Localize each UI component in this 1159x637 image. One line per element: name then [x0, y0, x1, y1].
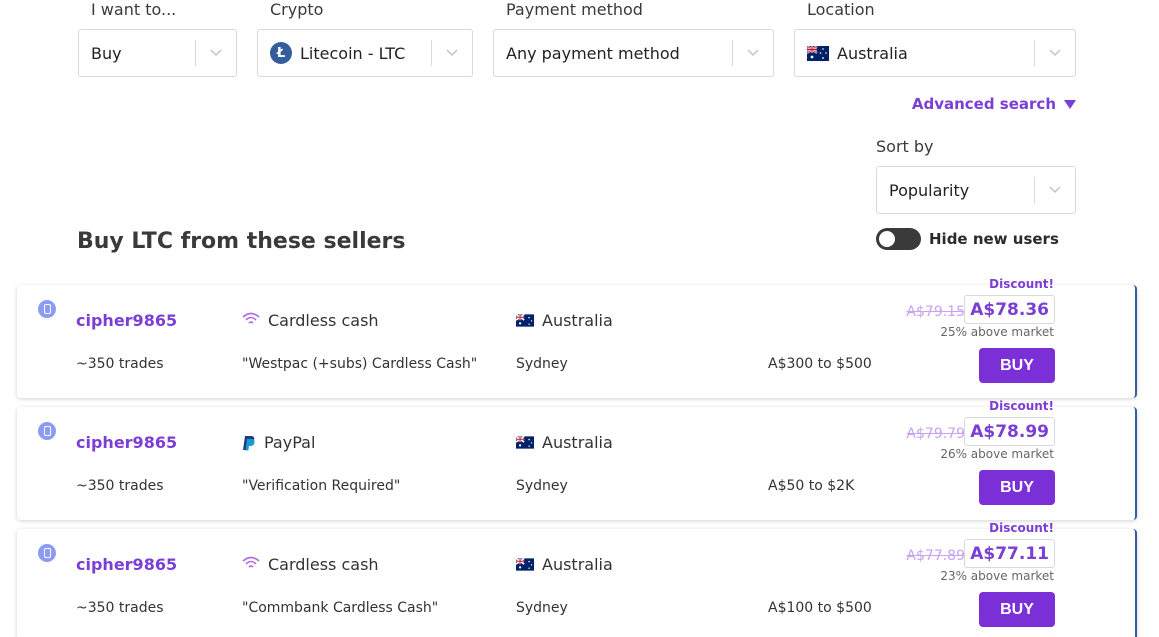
seller-name-link[interactable]: cipher9865 [76, 555, 177, 574]
cardless-cash-icon [242, 555, 260, 574]
seller-name-link[interactable]: cipher9865 [76, 311, 177, 330]
chevron-down-icon [733, 49, 773, 57]
discount-badge: Discount! [989, 399, 1054, 413]
australia-flag-icon [807, 45, 829, 61]
offer-card: cipher9865 ~350 trades Cardless cash "We… [17, 277, 1137, 398]
offer-card: cipher9865 ~350 trades PayPal "Verificat… [17, 399, 1137, 520]
payment-method-name: Cardless cash [268, 311, 379, 330]
offer-description: "Westpac (+subs) Cardless Cash" [242, 356, 478, 372]
old-price: A$79.15 [906, 304, 965, 320]
mobile-device-icon [38, 422, 56, 440]
payment-method-value: Any payment method [506, 43, 680, 63]
old-price: A$79.79 [906, 426, 965, 442]
offer-description: "Verification Required" [242, 478, 401, 494]
hide-new-users-control: Hide new users [876, 228, 1059, 250]
old-price: A$77.89 [906, 548, 965, 564]
trade-count: ~350 trades [76, 478, 164, 494]
sort-select[interactable]: Popularity [876, 166, 1076, 214]
buy-button[interactable]: BUY [979, 592, 1055, 627]
above-market-text: 23% above market [940, 569, 1054, 583]
sort-by-label: Sort by [876, 137, 934, 156]
payment-method: PayPal [242, 433, 315, 452]
above-market-text: 26% above market [940, 447, 1054, 461]
crypto-select[interactable]: Ł Litecoin - LTC [257, 29, 473, 77]
payment-method-name: PayPal [264, 433, 316, 452]
city-name: Sydney [516, 478, 568, 494]
paypal-icon [242, 435, 256, 451]
price: A$78.99 [964, 417, 1055, 446]
buy-button[interactable]: BUY [979, 348, 1055, 383]
location-select[interactable]: Australia [794, 29, 1076, 77]
offer-location: Australia [516, 311, 613, 330]
trade-count: ~350 trades [76, 356, 164, 372]
chevron-down-icon [432, 49, 472, 57]
hide-new-users-toggle[interactable] [876, 228, 921, 250]
want-select[interactable]: Buy [78, 29, 237, 77]
australia-flag-icon [516, 314, 534, 327]
sort-value: Popularity [889, 180, 970, 200]
payment-method-name: Cardless cash [268, 555, 379, 574]
payment-method: Cardless cash [242, 555, 379, 574]
buy-button[interactable]: BUY [979, 470, 1055, 505]
country-name: Australia [542, 433, 613, 452]
discount-badge: Discount! [989, 521, 1054, 535]
offer-card: cipher9865 ~350 trades Cardless cash "Co… [17, 521, 1137, 637]
chevron-down-icon [1035, 49, 1075, 57]
triangle-down-icon [1064, 99, 1076, 109]
price: A$78.36 [964, 295, 1055, 324]
city-name: Sydney [516, 600, 568, 616]
want-label: I want to... [91, 0, 177, 19]
litecoin-icon: Ł [270, 42, 292, 64]
payment-method-label: Payment method [506, 0, 643, 19]
country-name: Australia [542, 555, 613, 574]
australia-flag-icon [516, 558, 534, 571]
chevron-down-icon [1035, 186, 1075, 194]
country-name: Australia [542, 311, 613, 330]
page-title: Buy LTC from these sellers [77, 229, 406, 254]
want-value: Buy [91, 43, 122, 63]
crypto-value: Litecoin - LTC [300, 43, 406, 63]
advanced-search-link[interactable]: Advanced search [912, 95, 1076, 113]
payment-method-select[interactable]: Any payment method [493, 29, 774, 77]
toggle-knob [879, 231, 895, 247]
city-name: Sydney [516, 356, 568, 372]
advanced-search-label: Advanced search [911, 95, 1056, 113]
seller-name-link[interactable]: cipher9865 [76, 433, 177, 452]
discount-badge: Discount! [989, 277, 1054, 291]
trade-limits: A$50 to $2K [768, 478, 855, 494]
chevron-down-icon [196, 49, 236, 57]
above-market-text: 25% above market [940, 325, 1054, 339]
location-label: Location [807, 0, 875, 19]
trade-limits: A$300 to $500 [768, 356, 872, 372]
location-value: Australia [837, 43, 908, 63]
offer-description: "Commbank Cardless Cash" [242, 600, 439, 616]
crypto-label: Crypto [270, 0, 324, 19]
cardless-cash-icon [242, 311, 260, 330]
trade-count: ~350 trades [76, 600, 164, 616]
offer-location: Australia [516, 433, 613, 452]
payment-method: Cardless cash [242, 311, 379, 330]
offer-location: Australia [516, 555, 613, 574]
australia-flag-icon [516, 436, 534, 449]
price: A$77.11 [964, 539, 1055, 568]
trade-limits: A$100 to $500 [768, 600, 872, 616]
mobile-device-icon [38, 544, 56, 562]
hide-new-users-label: Hide new users [929, 230, 1059, 248]
mobile-device-icon [38, 300, 56, 318]
